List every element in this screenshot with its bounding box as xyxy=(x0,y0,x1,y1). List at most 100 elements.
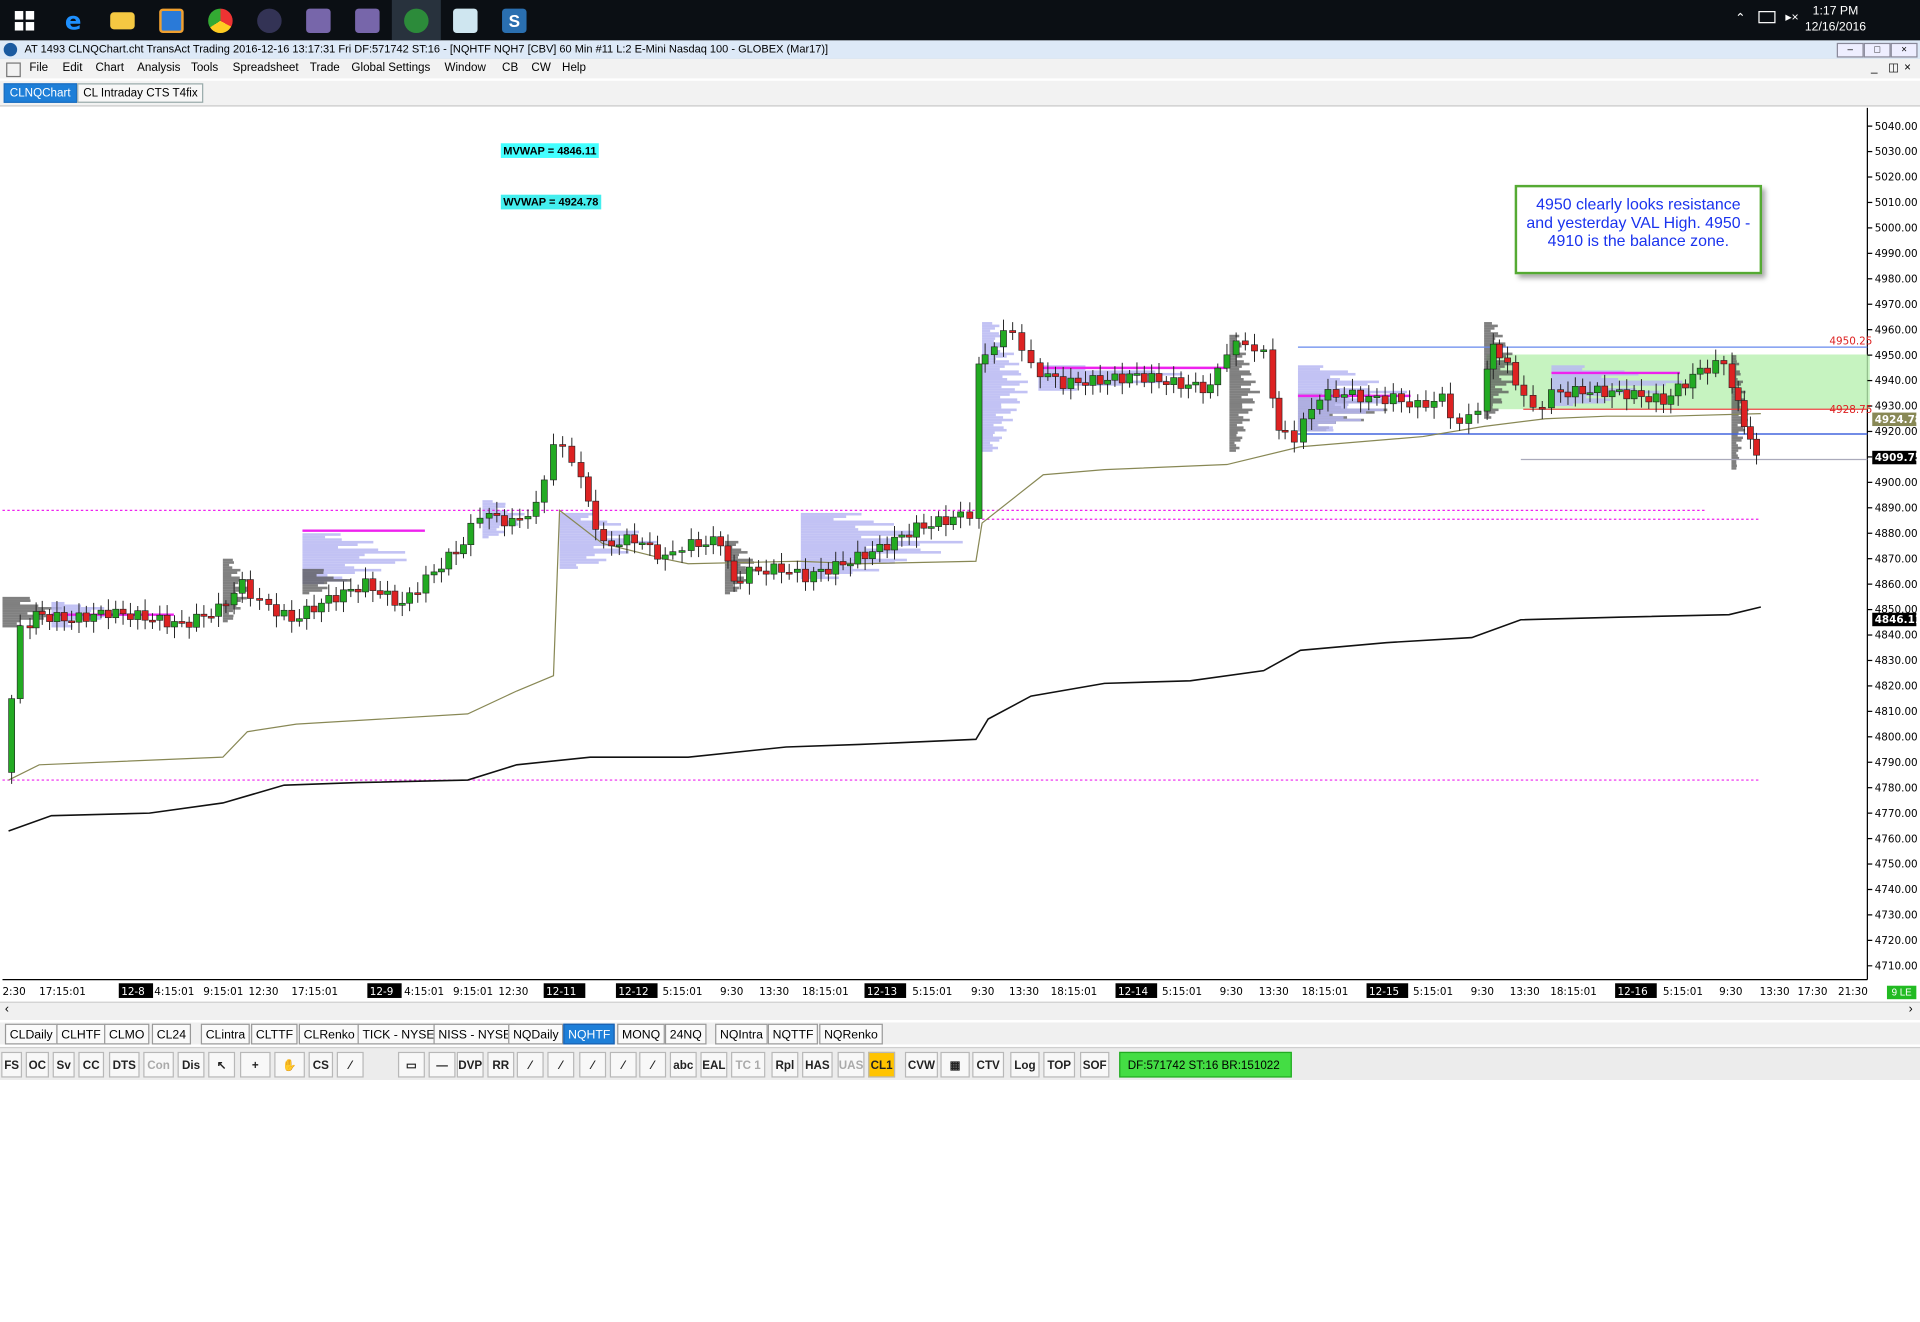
toolbar-abc-button[interactable]: abc xyxy=(669,1051,697,1078)
line-icon[interactable]: ⁄ xyxy=(609,1051,637,1078)
annotation-box[interactable]: 4950 clearly looks resistance and yester… xyxy=(1514,184,1763,275)
trendline-icon[interactable]: ⁄ xyxy=(336,1051,364,1078)
toolbar-log-button[interactable]: Log xyxy=(1010,1051,1040,1078)
mdi-minimize-button[interactable]: _ xyxy=(1871,59,1877,79)
candle-body xyxy=(654,544,661,560)
candle-body xyxy=(905,534,913,538)
menu-tools[interactable]: Tools xyxy=(191,59,218,79)
symbol-tab-niss-nyse[interactable]: NISS - NYSE xyxy=(433,1023,517,1045)
symbol-tab-nqrenko[interactable]: NQRenko xyxy=(819,1023,883,1045)
symbol-tab-cldaily[interactable]: CLDaily xyxy=(4,1023,58,1045)
symbol-tab-clhtf[interactable]: CLHTF xyxy=(56,1023,106,1045)
symbol-tab-monq[interactable]: MONQ xyxy=(617,1023,666,1045)
symbol-tab-clintra[interactable]: CLintra xyxy=(200,1023,251,1045)
menu-cb[interactable]: CB xyxy=(502,59,518,79)
menu-analysis[interactable]: Analysis xyxy=(137,59,180,79)
toolbar-dvp-button[interactable]: DVP xyxy=(456,1051,484,1078)
s-icon[interactable]: S xyxy=(490,0,539,40)
volume-profile-bar xyxy=(559,563,577,567)
scroll-left-icon[interactable]: ‹ xyxy=(5,1003,9,1016)
app-icon[interactable] xyxy=(343,0,392,40)
mdi-close-button[interactable]: × xyxy=(1904,59,1911,79)
symbol-tab-clttf[interactable]: CLTTF xyxy=(251,1023,299,1045)
app-icon[interactable] xyxy=(147,0,196,40)
scroll-right-icon[interactable]: › xyxy=(1909,1003,1913,1016)
volume-profile-bar xyxy=(982,439,1000,442)
menu-trade[interactable]: Trade xyxy=(310,59,340,79)
line-icon[interactable]: ⁄ xyxy=(639,1051,667,1078)
network-icon[interactable] xyxy=(1758,11,1776,24)
grid-icon[interactable]: ▦ xyxy=(940,1051,970,1078)
toolbar-con-button[interactable]: Con xyxy=(143,1051,174,1078)
candle-body xyxy=(755,566,762,572)
x-tick-label: 5:15:01 xyxy=(912,986,952,998)
maximize-button[interactable]: □ xyxy=(1863,42,1891,58)
symbol-tab-24nq[interactable]: 24NQ xyxy=(664,1023,707,1045)
file-explorer-icon[interactable] xyxy=(98,0,147,40)
rect-icon[interactable]: ▭ xyxy=(397,1051,425,1078)
clock[interactable]: 1:17 PM 12/16/2016 xyxy=(1805,4,1866,36)
notes-icon[interactable] xyxy=(441,0,490,40)
toolbar-uas-button[interactable]: UAS xyxy=(837,1051,865,1078)
tab-clnqchart[interactable]: CLNQChart xyxy=(3,83,77,103)
toolbar-dis-button[interactable]: Dis xyxy=(177,1051,205,1078)
toolbar-cc-button[interactable]: CC xyxy=(78,1051,105,1078)
symbol-tab-cl24[interactable]: CL24 xyxy=(151,1023,191,1045)
minimize-button[interactable]: – xyxy=(1836,42,1864,58)
toolbar-cs-button[interactable]: CS xyxy=(308,1051,334,1078)
menu-file[interactable]: File xyxy=(29,59,48,79)
symbol-tab-nqintra[interactable]: NQIntra xyxy=(715,1023,768,1045)
menu-cw[interactable]: CW xyxy=(531,59,550,79)
mdi-restore-button[interactable]: ◫ xyxy=(1888,59,1899,79)
y-tick-label: 4870.00 xyxy=(1875,553,1918,565)
menu-spreadsheet[interactable]: Spreadsheet xyxy=(233,59,299,79)
menu-help[interactable]: Help xyxy=(562,59,586,79)
symbol-tab-nqhtf[interactable]: NQHTF xyxy=(563,1023,616,1045)
toolbar-top-button[interactable]: TOP xyxy=(1043,1051,1076,1078)
menu-edit[interactable]: Edit xyxy=(62,59,82,79)
menu-window[interactable]: Window xyxy=(444,59,485,79)
symbol-tab-clmo[interactable]: CLMO xyxy=(104,1023,150,1045)
toolbar-tc-1-button[interactable]: TC 1 xyxy=(731,1051,766,1078)
symbol-tab-nqttf[interactable]: NQTTF xyxy=(767,1023,819,1045)
start-icon[interactable] xyxy=(0,0,49,40)
horizontal-scrollbar[interactable]: ‹ › xyxy=(0,1001,1920,1021)
candle-body xyxy=(1489,343,1497,370)
toolbar-rr-button[interactable]: RR xyxy=(487,1051,515,1078)
candle-body xyxy=(638,542,646,545)
volume-profile-bar xyxy=(51,624,73,628)
toolbar-cvw-button[interactable]: CVW xyxy=(904,1051,938,1078)
line-icon[interactable]: ⁄ xyxy=(547,1051,575,1078)
toolbar-eal-button[interactable]: EAL xyxy=(700,1051,728,1078)
y-tick-label: 4800.00 xyxy=(1875,731,1918,743)
toolbar-has-button[interactable]: HAS xyxy=(802,1051,833,1078)
toolbar-ctv-button[interactable]: CTV xyxy=(972,1051,1005,1078)
candle-body xyxy=(193,613,200,628)
app-icon[interactable] xyxy=(294,0,343,40)
menu-global-settings[interactable]: Global Settings xyxy=(351,59,430,79)
toolbar-fs-button[interactable]: FS xyxy=(1,1051,23,1078)
menu-chart[interactable]: Chart xyxy=(96,59,124,79)
line-icon[interactable]: ⁄ xyxy=(516,1051,544,1078)
line-icon[interactable]: ⁄ xyxy=(579,1051,607,1078)
cursor-icon[interactable]: ↖ xyxy=(208,1051,236,1078)
toolbar-oc-button[interactable]: OC xyxy=(25,1051,49,1078)
corner-label: 9 LE xyxy=(1886,985,1917,1000)
crosshair-icon[interactable]: + xyxy=(240,1051,271,1078)
hand-icon[interactable]: ✋ xyxy=(274,1051,305,1078)
toolbar-rpl-button[interactable]: Rpl xyxy=(771,1051,799,1078)
app-icon[interactable] xyxy=(245,0,294,40)
hline-icon[interactable]: — xyxy=(428,1051,456,1078)
toolbar-dts-button[interactable]: DTS xyxy=(108,1051,140,1078)
tab-cl-intraday[interactable]: CL Intraday CTS T4fix xyxy=(77,83,204,103)
globe-icon[interactable] xyxy=(391,0,441,41)
toolbar-sv-button[interactable]: Sv xyxy=(52,1051,75,1078)
close-button[interactable]: × xyxy=(1890,42,1918,58)
toolbar-cl1-button[interactable]: CL1 xyxy=(868,1051,896,1078)
chrome-icon[interactable] xyxy=(196,0,245,40)
symbol-tab-clrenko[interactable]: CLRenko xyxy=(298,1023,360,1045)
toolbar-sof-button[interactable]: SOF xyxy=(1080,1051,1110,1078)
symbol-tab-nqdaily[interactable]: NQDaily xyxy=(508,1023,564,1045)
symbol-tab-tick-nyse[interactable]: TICK - NYSE xyxy=(357,1023,440,1045)
edge-icon[interactable]: e xyxy=(49,0,98,40)
